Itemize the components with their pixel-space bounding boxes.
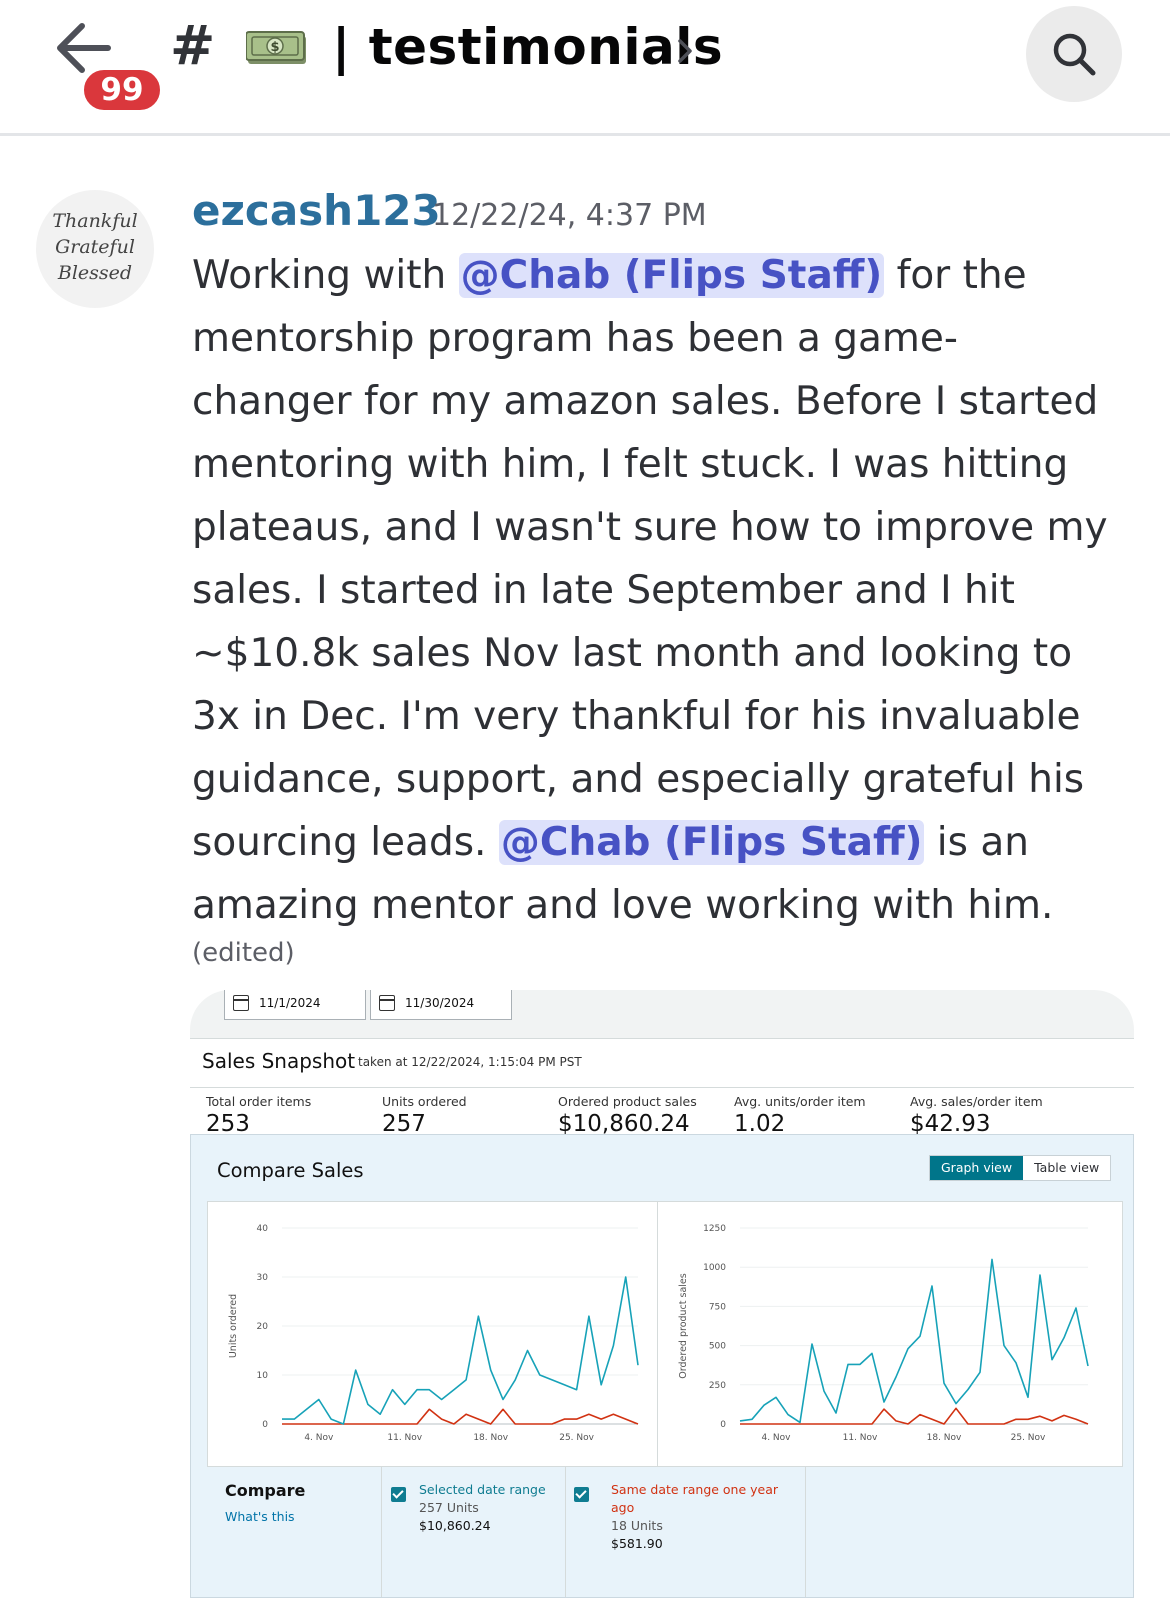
x-tick-label: 11. Nov: [387, 1433, 422, 1443]
user-avatar[interactable]: Thankful Grateful Blessed: [36, 190, 154, 308]
message-timestamp: 12/22/24, 4:37 PM: [432, 198, 707, 233]
edited-label: (edited): [192, 938, 295, 968]
metric-avg-units: Avg. units/order item 1.02: [734, 1094, 866, 1137]
calendar-icon: [233, 995, 249, 1011]
image-attachment[interactable]: 11/1/2024 11/30/2024 Sales Snapshot take…: [190, 990, 1134, 1598]
channel-title[interactable]: | testimonials: [332, 18, 723, 76]
units-ordered-chart: 0 10 20 30 40 4. Nov 11. Nov 18. Nov 25. Nov Unit…: [228, 1224, 639, 1443]
y-tick-label: 30: [257, 1273, 269, 1283]
y-tick-label: 750: [709, 1302, 726, 1312]
prior-year-checkbox[interactable]: [574, 1487, 589, 1502]
message-line: sales. I started in late September and I…: [192, 568, 1015, 613]
unread-badge: 99: [80, 66, 164, 114]
prior-year-legend: Same date range one year ago 18 Units $5…: [611, 1482, 779, 1551]
series-line: [739, 1258, 1089, 1424]
x-tick-label: 11. Nov: [843, 1433, 878, 1443]
x-tick-label: 18. Nov: [927, 1433, 962, 1443]
user-mention[interactable]: @Chab (Flips Staff): [458, 253, 885, 298]
user-mention[interactable]: @Chab (Flips Staff): [498, 820, 925, 865]
charts-container: 0 10 20 30 40 4. Nov 11. Nov 18. Nov 25. Nov Unit…: [207, 1201, 1123, 1467]
snapshot-title: Sales Snapshot: [202, 1049, 356, 1073]
whats-this-link[interactable]: What's this: [225, 1509, 295, 1524]
message-line: mentoring with him, I felt stuck. I was …: [192, 442, 1069, 487]
graph-view-button[interactable]: Graph view: [930, 1156, 1024, 1180]
y-tick-label: 0: [720, 1420, 726, 1430]
series-line: [740, 1407, 1089, 1425]
calendar-icon: [379, 995, 395, 1011]
snapshot-timestamp: taken at 12/22/2024, 1:15:04 PM PST: [358, 1055, 582, 1069]
end-date-field[interactable]: 11/30/2024: [370, 990, 512, 1020]
selected-range-legend: Selected date range 257 Units $10,860.24: [419, 1482, 546, 1533]
y-tick-label: 0: [262, 1420, 268, 1430]
message-line: sourcing leads. @Chab (Flips Staff) is a…: [192, 820, 1029, 865]
product-sales-chart: 0 250 500 750 1000 1250 4. Nov 11. Nov 18. Nov 25…: [678, 1224, 1089, 1443]
y-tick-label: 40: [257, 1224, 269, 1234]
divider: [805, 1467, 806, 1597]
avatar-text: Thankful Grateful Blessed: [52, 210, 138, 284]
y-tick-label: 10: [257, 1371, 269, 1381]
message-body: Working with @Chab (Flips Staff) for the…: [192, 244, 1132, 937]
search-button[interactable]: [1026, 6, 1122, 102]
start-date-field[interactable]: 11/1/2024: [224, 990, 366, 1020]
metric-ordered-product-sales: Ordered product sales $10,860.24: [558, 1094, 697, 1137]
date-range-bar: 11/1/2024 11/30/2024: [190, 990, 1134, 1038]
message-line: plateaus, and I wasn't sure how to impro…: [192, 505, 1108, 550]
message-line: Working with @Chab (Flips Staff) for the: [192, 253, 1027, 298]
divider: [565, 1467, 566, 1597]
x-tick-label: 25. Nov: [559, 1433, 594, 1443]
x-tick-label: 18. Nov: [473, 1433, 508, 1443]
message-line: ~$10.8k sales Nov last month and looking…: [192, 631, 1073, 676]
y-tick-label: 500: [709, 1342, 726, 1352]
channel-separator: |: [332, 18, 351, 76]
x-tick-label: 25. Nov: [1011, 1433, 1046, 1443]
channel-name: testimonials: [368, 18, 724, 76]
message-username[interactable]: ezcash123: [192, 186, 441, 235]
view-toggle: Graph view Table view: [929, 1155, 1112, 1181]
compare-sales-panel: Compare Sales Graph view Table view 0 10 2…: [190, 1134, 1134, 1598]
message-line: guidance, support, and especially gratef…: [192, 757, 1085, 802]
message-line: amazing mentor and love working with him…: [192, 883, 1054, 928]
chevron-right-icon[interactable]: [676, 36, 694, 66]
y-axis-label: Ordered product sales: [678, 1273, 689, 1378]
y-tick-label: 1250: [703, 1224, 726, 1234]
channel-hash-icon: #: [170, 14, 216, 77]
x-tick-label: 4. Nov: [761, 1433, 791, 1443]
series-line: [282, 1276, 639, 1425]
y-tick-label: 250: [709, 1381, 726, 1391]
y-axis-label: Units ordered: [228, 1294, 239, 1358]
compare-label: Compare: [225, 1481, 306, 1500]
dollar-banknote-icon: $: [245, 30, 308, 68]
series-line: [282, 1408, 639, 1425]
table-view-button[interactable]: Table view: [1023, 1156, 1110, 1180]
sales-snapshot-header: Sales Snapshot taken at 12/22/2024, 1:15…: [190, 1038, 1134, 1088]
y-tick-label: 1000: [703, 1263, 726, 1273]
message-line: 3x in Dec. I'm very thankful for his inv…: [192, 694, 1081, 739]
message-line: mentorship program has been a game-: [192, 316, 958, 361]
svg-text:$: $: [270, 40, 279, 55]
metric-avg-sales: Avg. sales/order item $42.93: [910, 1094, 1043, 1137]
message-line: changer for my amazon sales. Before I st…: [192, 379, 1099, 424]
selected-range-checkbox[interactable]: [391, 1487, 406, 1502]
compare-legend: Compare What's this Selected date range …: [191, 1467, 1134, 1598]
metric-units-ordered: Units ordered 257: [382, 1094, 467, 1137]
compare-sales-title: Compare Sales: [217, 1159, 364, 1182]
search-icon: [1053, 33, 1096, 76]
metric-total-order-items: Total order items 253: [206, 1094, 312, 1137]
divider: [381, 1467, 382, 1597]
x-tick-label: 4. Nov: [304, 1433, 334, 1443]
y-tick-label: 20: [257, 1322, 269, 1332]
channel-header: 99 # $ | testimonials: [0, 0, 1170, 136]
